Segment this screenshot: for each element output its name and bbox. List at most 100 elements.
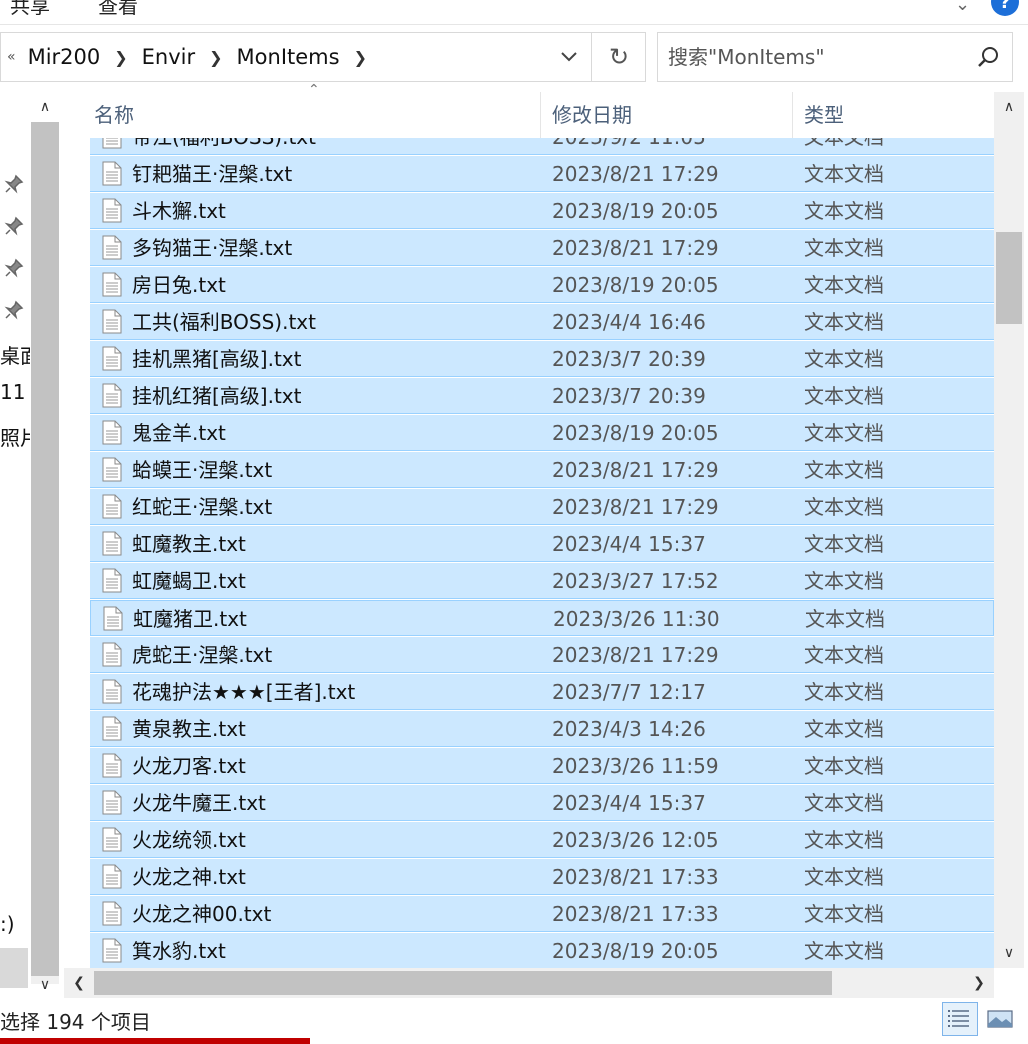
file-modified-date: 2023/3/7 20:39	[552, 384, 706, 408]
file-modified-date: 2023/8/21 17:29	[552, 495, 719, 519]
breadcrumb: « Mir200 ❯ Envir ❯ MonItems ❯	[7, 33, 381, 81]
nav-item-drive[interactable]: :)	[0, 912, 30, 936]
breadcrumb-item-monitems[interactable]: MonItems	[237, 45, 340, 69]
text-file-icon	[102, 827, 122, 852]
pin-icon[interactable]	[4, 300, 24, 320]
address-history-dropdown-icon[interactable]	[549, 33, 589, 81]
table-row[interactable]: 挂机红猪[高级].txt 2023/3/7 20:39 文本文档	[90, 378, 994, 414]
scroll-left-icon[interactable]: ❮	[64, 968, 94, 998]
file-modified-date: 2023/8/19 20:05	[552, 273, 719, 297]
file-type: 文本文档	[804, 902, 884, 926]
table-row[interactable]: 帝江(福利BOSS).txt 2023/9/2 11:05 文本文档	[90, 138, 994, 155]
table-row[interactable]: 鬼金羊.txt 2023/8/19 20:05 文本文档	[90, 415, 994, 451]
ribbon-tab-share[interactable]: 共享	[10, 0, 50, 19]
file-modified-date: 2023/8/21 17:29	[552, 162, 719, 186]
breadcrumb-chevron-icon[interactable]: ❯	[209, 48, 222, 67]
file-name: 火龙统领.txt	[132, 828, 246, 852]
search-box[interactable]	[657, 32, 1013, 82]
table-row[interactable]: 工共(福利BOSS).txt 2023/4/4 16:46 文本文档	[90, 304, 994, 340]
large-icons-view-button[interactable]	[982, 1002, 1018, 1036]
breadcrumb-item-mir200[interactable]: Mir200	[28, 45, 101, 69]
large-icons-view-icon	[987, 1010, 1013, 1028]
ribbon-expand-chevron-icon[interactable]: ⌄	[955, 0, 970, 15]
scroll-down-icon[interactable]: ∨	[994, 938, 1024, 968]
table-row[interactable]: 蛤蟆王·涅槃.txt 2023/8/21 17:29 文本文档	[90, 452, 994, 488]
table-row[interactable]: 虎蛇王·涅槃.txt 2023/8/21 17:29 文本文档	[90, 637, 994, 673]
column-divider[interactable]	[792, 92, 793, 138]
column-header-name[interactable]: 名称	[94, 92, 134, 138]
text-file-icon	[102, 161, 122, 186]
table-row[interactable]: 虹魔蝎卫.txt 2023/3/27 17:52 文本文档	[90, 563, 994, 599]
table-row[interactable]: 花魂护法★★★[王者].txt 2023/7/7 12:17 文本文档	[90, 674, 994, 710]
file-name: 多钩猫王·涅槃.txt	[132, 236, 293, 260]
file-name: 虹魔猪卫.txt	[133, 607, 247, 631]
table-row[interactable]: 火龙之神.txt 2023/8/21 17:33 文本文档	[90, 859, 994, 895]
column-divider[interactable]	[540, 92, 541, 138]
file-type: 文本文档	[804, 458, 884, 482]
file-type: 文本文档	[804, 939, 884, 963]
ribbon-tab-view[interactable]: 查看	[98, 0, 138, 19]
table-row[interactable]: 黄泉教主.txt 2023/4/3 14:26 文本文档	[90, 711, 994, 747]
table-row[interactable]: 虹魔猪卫.txt 2023/3/26 11:30 文本文档	[90, 600, 994, 636]
file-type: 文本文档	[804, 717, 884, 741]
file-list[interactable]: ⌃ 名称 修改日期 类型 帝江(福利BOSS).txt 2023/9/2 11:0…	[64, 82, 1028, 998]
text-file-icon	[102, 272, 122, 297]
search-input[interactable]	[668, 33, 958, 81]
column-header-date[interactable]: 修改日期	[552, 92, 632, 138]
table-row[interactable]: 红蛇王·涅槃.txt 2023/8/21 17:29 文本文档	[90, 489, 994, 525]
table-row[interactable]: 虹魔教主.txt 2023/4/4 15:37 文本文档	[90, 526, 994, 562]
file-type: 文本文档	[804, 754, 884, 778]
table-row[interactable]: 火龙牛魔王.txt 2023/4/4 15:37 文本文档	[90, 785, 994, 821]
horizontal-scroll-thumb[interactable]	[94, 971, 832, 995]
file-name: 房日兔.txt	[132, 273, 226, 297]
text-file-icon	[102, 864, 122, 889]
table-row[interactable]: 斗木獬.txt 2023/8/19 20:05 文本文档	[90, 193, 994, 229]
text-file-icon	[102, 642, 122, 667]
nav-scroll-up-icon[interactable]: ∧	[31, 92, 59, 122]
vertical-scrollbar[interactable]: ∧ ∨	[994, 92, 1024, 968]
pin-icon[interactable]	[4, 258, 24, 278]
file-name: 火龙刀客.txt	[132, 754, 246, 778]
file-name: 帝江(福利BOSS).txt	[132, 138, 316, 155]
breadcrumb-overflow-icon[interactable]: «	[7, 49, 16, 65]
table-row[interactable]: 挂机黑猪[高级].txt 2023/3/7 20:39 文本文档	[90, 341, 994, 377]
scroll-right-icon[interactable]: ❯	[964, 968, 994, 998]
file-name: 蛤蟆王·涅槃.txt	[132, 458, 273, 482]
nav-item-desktop[interactable]: 桌面	[0, 340, 30, 369]
file-modified-date: 2023/8/19 20:05	[552, 199, 719, 223]
column-header-type[interactable]: 类型	[804, 92, 844, 138]
search-icon[interactable]	[976, 45, 1000, 69]
breadcrumb-chevron-icon[interactable]: ❯	[114, 48, 127, 67]
nav-item-photos[interactable]: 照片	[0, 422, 30, 451]
pin-icon[interactable]	[4, 216, 24, 236]
table-row[interactable]: 火龙之神00.txt 2023/8/21 17:33 文本文档	[90, 896, 994, 932]
navigation-pane[interactable]: 桌面 11 照片 :) ∧ ∨	[0, 92, 62, 1000]
file-name: 虎蛇王·涅槃.txt	[132, 643, 273, 667]
nav-selected-item[interactable]	[0, 948, 28, 988]
nav-scroll-thumb[interactable]	[31, 122, 59, 976]
details-view-button[interactable]	[942, 1002, 978, 1036]
help-button[interactable]: ?	[991, 0, 1019, 16]
table-row[interactable]: 房日兔.txt 2023/8/19 20:05 文本文档	[90, 267, 994, 303]
text-file-icon	[102, 938, 122, 963]
horizontal-scrollbar[interactable]: ❮ ❯	[64, 968, 994, 998]
pin-icon[interactable]	[4, 174, 24, 194]
file-type: 文本文档	[804, 421, 884, 445]
address-bar[interactable]: « Mir200 ❯ Envir ❯ MonItems ❯ ↻	[0, 32, 646, 82]
text-file-icon	[102, 679, 122, 704]
table-row[interactable]: 箕水豹.txt 2023/8/19 20:05 文本文档	[90, 933, 994, 968]
table-row[interactable]: 火龙刀客.txt 2023/3/26 11:59 文本文档	[90, 748, 994, 784]
file-name: 虹魔教主.txt	[132, 532, 246, 556]
table-row[interactable]: 多钩猫王·涅槃.txt 2023/8/21 17:29 文本文档	[90, 230, 994, 266]
breadcrumb-item-envir[interactable]: Envir	[142, 45, 195, 69]
table-row[interactable]: 火龙统领.txt 2023/3/26 12:05 文本文档	[90, 822, 994, 858]
file-name: 火龙之神00.txt	[132, 902, 272, 926]
nav-scroll-down-icon[interactable]: ∨	[31, 970, 59, 1000]
vertical-scroll-thumb[interactable]	[996, 232, 1022, 324]
file-modified-date: 2023/4/4 15:37	[552, 532, 706, 556]
breadcrumb-chevron-icon[interactable]: ❯	[354, 48, 367, 67]
table-row[interactable]: 钉耙猫王·涅槃.txt 2023/8/21 17:29 文本文档	[90, 156, 994, 192]
refresh-button[interactable]: ↻	[591, 33, 646, 81]
nav-item-11[interactable]: 11	[0, 380, 30, 404]
scroll-up-icon[interactable]: ∧	[994, 92, 1024, 122]
